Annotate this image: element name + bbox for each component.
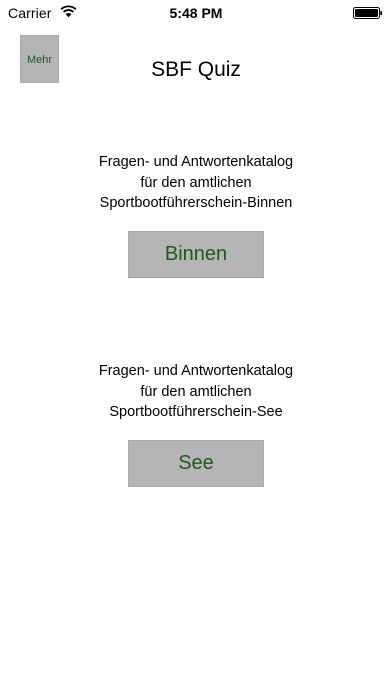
battery-icon <box>353 7 383 19</box>
status-bar: Carrier 5:48 PM <box>0 0 392 26</box>
page-title: SBF Quiz <box>151 58 241 81</box>
see-button[interactable]: See <box>128 440 264 487</box>
binnen-description-line-3: Sportbootführerschein-Binnen <box>99 195 293 211</box>
binnen-description-line-2: für den amtlichen <box>140 174 252 191</box>
see-description-line-1: Fragen- und Antwortenkatalog <box>98 363 294 379</box>
see-description: Fragen- und Antwortenkatalog für den amt… <box>0 361 392 423</box>
status-time: 5:48 PM <box>169 5 223 21</box>
binnen-button[interactable]: Binnen <box>128 231 264 278</box>
see-description-line-2: für den amtlichen <box>140 383 252 400</box>
see-description-line-3: Sportbootführerschein-See <box>109 404 283 420</box>
binnen-description: Fragen- und Antwortenkatalog für den amt… <box>0 152 392 214</box>
binnen-description-line-1: Fragen- und Antwortenkatalog <box>98 154 294 170</box>
